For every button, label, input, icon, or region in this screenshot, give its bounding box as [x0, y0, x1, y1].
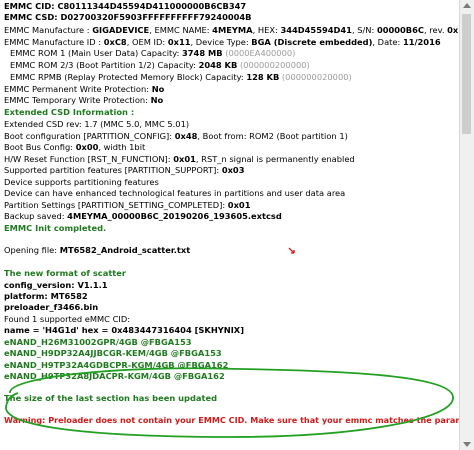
log-line-init-completed: EMMC Init completed.: [4, 223, 107, 233]
log-line-rom23: EMMC ROM 2/3 (Boot Partition 1/2) Capaci…: [10, 60, 310, 70]
log-line-boot-config: Boot configuration [PARTITION_CONFIG]: 0…: [4, 131, 348, 141]
log-line-manufacture-id: EMMC Manufacture ID : 0xC8, OEM ID: 0x11…: [4, 37, 441, 47]
log-line-partition-settings: Partition Settings [PARTITION_SETTING_CO…: [4, 200, 251, 210]
log-line-partition-support: Supported partition features [PARTITION_…: [4, 165, 245, 175]
log-line-csd: EMMC CSD: D02700320F5903FFFFFFFFFF792400…: [4, 12, 252, 22]
log-line-backup: Backup saved: 4MEYMA_00000B6C_20190206_1…: [4, 211, 282, 221]
log-line-cid-name: name = 'H4G1d' hex = 0x483447316404 [SKH…: [4, 325, 244, 335]
log-line-boot-bus: Boot Bus Config: 0x00, width 1bit: [4, 142, 146, 152]
log-line-opening-file: Opening file: MT6582_Android_scatter.txt: [4, 245, 191, 255]
log-line-enhanced: Device can have enhanced technological f…: [4, 188, 346, 198]
log-line-partitioning: Device supports partitioning features: [4, 177, 159, 187]
vertical-scrollbar[interactable]: [459, 0, 474, 450]
mouse-cursor-icon: [288, 247, 295, 254]
log-line-rom1: EMMC ROM 1 (Main User Data) Capacity: 37…: [10, 48, 296, 58]
scroll-up-icon[interactable]: [463, 3, 471, 8]
log-line-rpmb: EMMC RPMB (Replay Protected Memory Block…: [10, 72, 352, 82]
log-line-ext-csd-header: Extended CSD Information :: [4, 107, 135, 117]
scrollbar-thumb[interactable]: [462, 14, 471, 134]
log-line-scatter-format: The new format of scatter: [4, 268, 126, 278]
log-line-ext-csd-rev: Extended CSD rev: 1.7 (MMC 5.0, MMC 5.01…: [4, 119, 190, 129]
log-line-perm-wp: EMMC Permanent Write Protection: No: [4, 84, 165, 94]
log-line-found-cid: Found 1 supported eMMC CID:: [4, 314, 131, 324]
log-line-preloader: preloader_f3466.bin: [4, 302, 99, 312]
log-line-enand-1: eNAND_H26M31002GPR/4GB @FBGA153: [4, 337, 192, 347]
log-line-cid: EMMC CID: C80111344D45594D411000000B6CB3…: [4, 1, 247, 11]
scroll-down-icon[interactable]: [463, 442, 471, 447]
log-line-hw-reset: H/W Reset Function [RST_N_FUNCTION]: 0x0…: [4, 154, 355, 164]
log-line-config-version: config_version: V1.1.1: [4, 280, 108, 290]
log-line-platform: platform: MT6582: [4, 291, 88, 301]
log-line-manufacture: EMMC Manufacture : GIGADEVICE, EMMC NAME…: [4, 25, 460, 35]
highlight-circle: [5, 367, 454, 438]
log-line-temp-wp: EMMC Temporary Write Protection: No: [4, 95, 164, 105]
